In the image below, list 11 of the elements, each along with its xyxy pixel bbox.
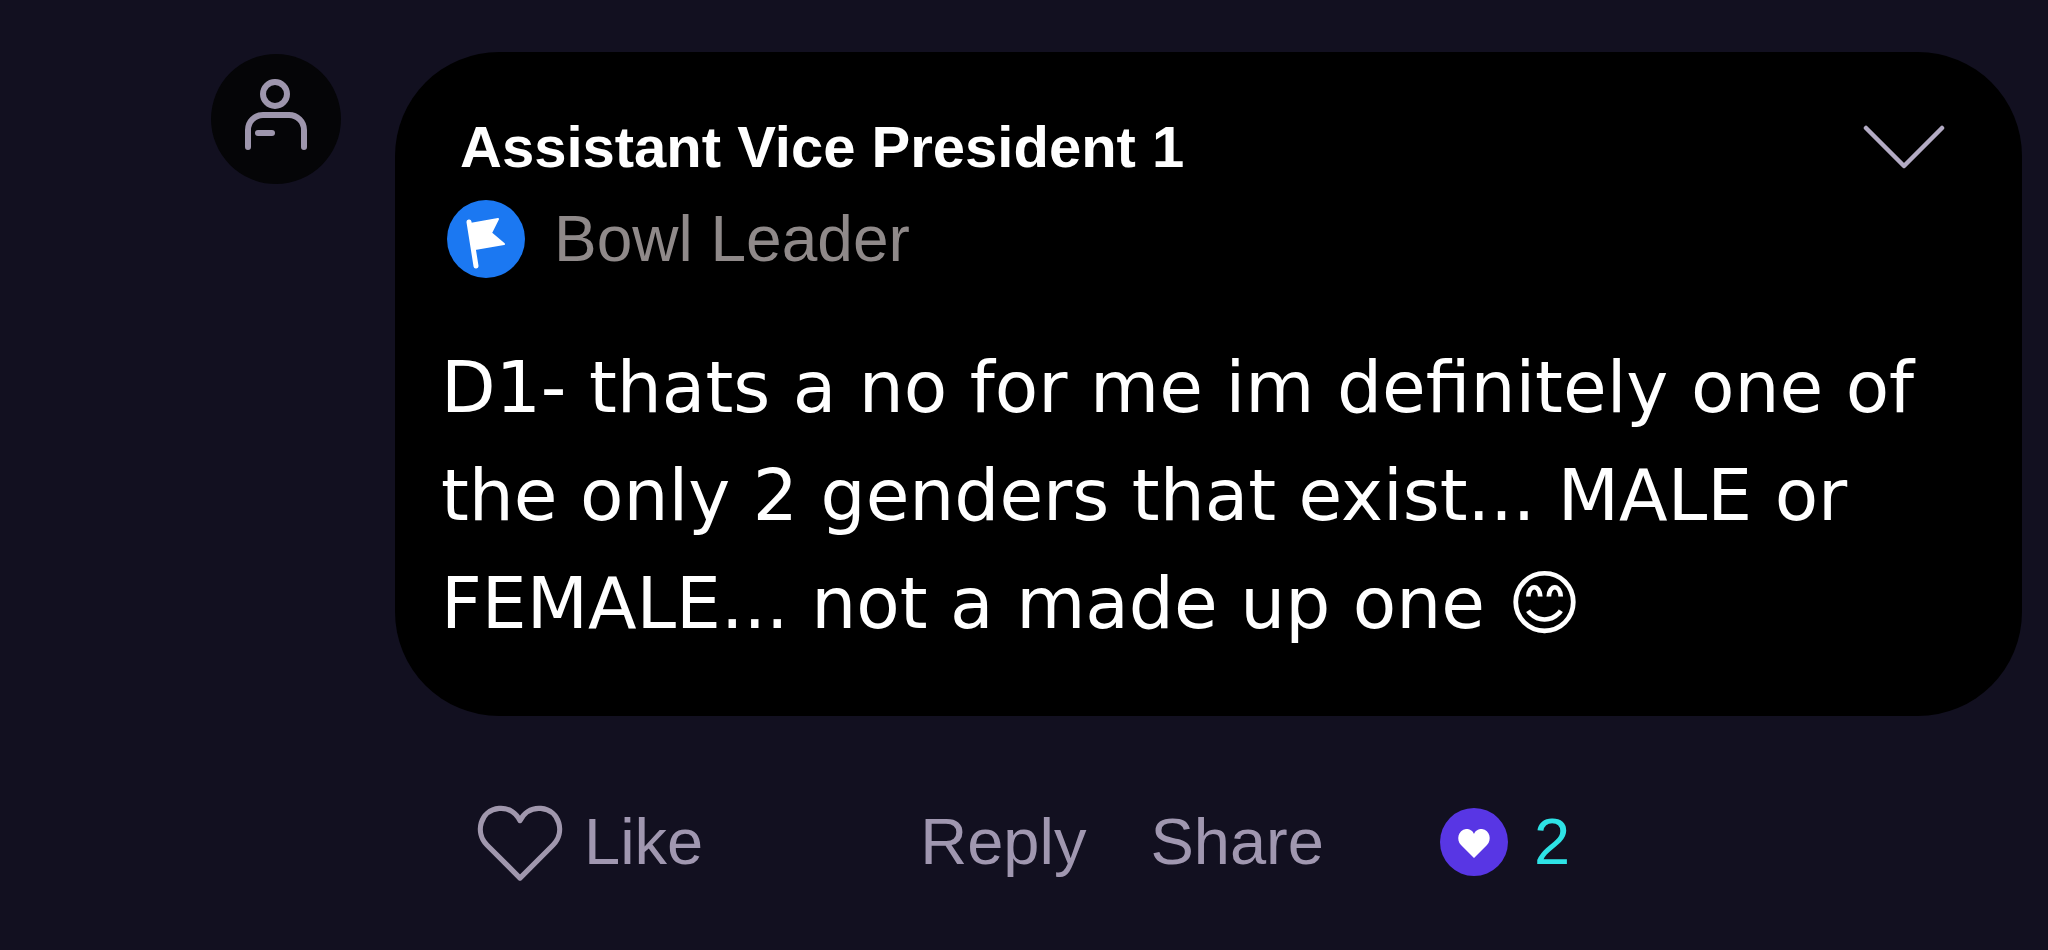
flag-badge-icon (447, 199, 525, 278)
badge-label: Bowl Leader (554, 201, 910, 277)
share-button[interactable]: Share (1150, 809, 1324, 875)
user-avatar-icon[interactable] (211, 54, 341, 184)
author-name: Assistant Vice President 1 (460, 114, 1185, 181)
reply-button[interactable]: Reply (920, 809, 1087, 875)
comment-text: D1- thats a no for me im definitely one of the only 2 genders that exist... MALE or FEMALE... not a made up one 😊 (441, 344, 1917, 647)
reaction-count: 2 (1533, 809, 1571, 875)
heart-reaction-icon (1439, 807, 1508, 876)
chevron-down-icon[interactable] (1863, 124, 1945, 170)
like-button[interactable]: Like (473, 798, 704, 886)
